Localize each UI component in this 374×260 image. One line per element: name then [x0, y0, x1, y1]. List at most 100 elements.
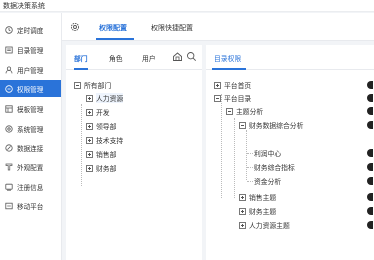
expand-toggle-icon[interactable] — [86, 94, 93, 102]
sidebar-item-directory[interactable]: 目录管理 — [0, 41, 61, 58]
tab-permission-config[interactable]: 权限配置 — [99, 23, 127, 33]
directory-tree-node[interactable]: 平台目录 — [214, 93, 251, 103]
sidebar-item-permissions[interactable]: 权限管理 — [0, 80, 61, 97]
tree-node-label: 领导部 — [96, 123, 117, 131]
collapse-toggle-icon[interactable] — [226, 107, 233, 115]
permission-toggle[interactable] — [367, 177, 373, 185]
tab-department[interactable]: 部门 — [74, 53, 88, 63]
subject-panel: 部门 角色 用户 所有部门 人力资源 开发 领导部 技术支持 销售部 财务部 — [66, 45, 202, 260]
permission-toggle[interactable] — [367, 94, 373, 102]
app-window: 数据决策系统 定时调度 目录管理 用户管理 权限管理 模板管理 系统管理 数据连… — [0, 0, 374, 260]
top-bar: 数据决策系统 — [0, 0, 374, 12]
sidebar-item-scheduling[interactable]: 定时调度 — [0, 21, 61, 38]
clock-icon — [4, 25, 13, 34]
sidebar-item-label: 移动平台 — [17, 202, 44, 211]
expand-toggle-icon[interactable] — [86, 108, 93, 116]
dept-tree-root[interactable]: 所有部门 — [74, 80, 111, 90]
search-icon[interactable] — [186, 51, 197, 62]
sidebar-item-mobile[interactable]: 移动平台 — [0, 197, 61, 214]
expand-toggle-icon[interactable] — [239, 193, 246, 201]
gear-icon[interactable] — [70, 22, 80, 32]
active-tab-underline — [96, 38, 134, 40]
tree-node-label: 财务主题 — [249, 208, 277, 216]
tab-role[interactable]: 角色 — [109, 53, 123, 63]
permission-toggle[interactable] — [367, 221, 373, 229]
main-content: 权限配置 权限快捷配置 部门 角色 用户 所有部门 人力资源 开发 领导部 技术… — [62, 13, 374, 260]
directory-tree-leaf[interactable]: 财务综合指标 — [254, 162, 295, 172]
sidebar-item-label: 外观配置 — [17, 163, 44, 172]
collapse-toggle-icon[interactable] — [74, 81, 81, 89]
tree-guide-line — [247, 181, 253, 182]
tree-node-label: 资金分析 — [254, 178, 282, 186]
expand-toggle-icon[interactable] — [239, 207, 246, 215]
permission-toggle[interactable] — [367, 163, 373, 171]
directory-tree-leaf[interactable]: 利润中心 — [254, 148, 281, 158]
directory-tree-node[interactable]: 人力资源主题 — [239, 220, 290, 230]
tree-node-label: 财务综合指标 — [254, 164, 295, 172]
directory-permission-title[interactable]: 目录权限 — [214, 53, 241, 63]
tab-user[interactable]: 用户 — [142, 53, 156, 63]
sidebar-item-appearance[interactable]: 外观配置 — [0, 158, 61, 175]
tab-quick-permission-config[interactable]: 权限快捷配置 — [151, 23, 193, 33]
sidebar-item-data-connection[interactable]: 数据连接 — [0, 139, 61, 156]
tree-guide-line — [234, 118, 235, 198]
dept-tree-node[interactable]: 技术支持 — [86, 135, 123, 145]
expand-toggle-icon[interactable] — [86, 164, 93, 172]
permission-toggle[interactable] — [367, 121, 373, 129]
directory-tree-leaf[interactable]: 资金分析 — [254, 176, 281, 186]
permission-toggle[interactable] — [367, 149, 373, 157]
tree-guide-line — [221, 94, 222, 198]
permission-toggle[interactable] — [367, 107, 373, 115]
sidebar-item-registration[interactable]: 注册信息 — [0, 178, 61, 195]
subject-tabs: 部门 角色 用户 — [66, 45, 202, 70]
sidebar-item-label: 数据连接 — [17, 144, 44, 153]
permission-toggle[interactable] — [367, 81, 373, 89]
active-subtab-underline — [74, 68, 88, 70]
tab-bar: 权限配置 权限快捷配置 — [62, 13, 374, 41]
directory-tree-node[interactable]: 销售主题 — [239, 192, 276, 202]
tree-node-label: 财务数据综合分析 — [249, 122, 304, 130]
tree-guide-line — [247, 167, 253, 168]
permission-toggle[interactable] — [367, 193, 373, 201]
directory-tree-node[interactable]: 平台首页 — [214, 80, 251, 90]
tree-node-label: 人力资源主题 — [249, 222, 290, 230]
palette-icon — [4, 162, 13, 171]
sidebar-item-users[interactable]: 用户管理 — [0, 61, 61, 78]
collapse-toggle-icon[interactable] — [214, 94, 221, 102]
settings-icon — [4, 124, 13, 133]
tree-node-label: 开发 — [96, 109, 110, 117]
folder-icon — [4, 45, 13, 54]
permission-toggle[interactable] — [367, 207, 373, 215]
dept-tree-node[interactable]: 开发 — [86, 107, 110, 117]
dept-tree-node[interactable]: 财务部 — [86, 163, 116, 173]
app-title: 数据决策系统 — [3, 2, 45, 10]
active-header-underline — [212, 68, 246, 70]
dept-tree-node[interactable]: 销售部 — [86, 149, 116, 159]
tree-node-label: 主题分析 — [236, 108, 264, 116]
tree-guide-line — [247, 153, 253, 154]
tree-node-label: 技术支持 — [96, 137, 124, 145]
expand-toggle-icon[interactable] — [86, 136, 93, 144]
tree-node-label: 人力资源 — [96, 93, 124, 103]
sidebar-item-label: 用户管理 — [17, 66, 44, 75]
expand-toggle-icon[interactable] — [239, 221, 246, 229]
collapse-toggle-icon[interactable] — [239, 121, 246, 129]
sidebar-item-label: 系统管理 — [17, 125, 44, 134]
expand-toggle-icon[interactable] — [86, 150, 93, 158]
sidebar-item-system[interactable]: 系统管理 — [0, 120, 61, 137]
registration-icon — [4, 182, 13, 191]
sidebar-item-label: 模板管理 — [17, 105, 44, 114]
expand-toggle-icon[interactable] — [214, 81, 221, 89]
tree-node-label: 销售主题 — [249, 194, 277, 202]
tree-guide-line — [81, 104, 82, 186]
directory-tree-node[interactable]: 财务主题 — [239, 206, 276, 216]
dept-tree-node[interactable]: 领导部 — [86, 121, 116, 131]
sidebar-item-templates[interactable]: 模板管理 — [0, 100, 61, 117]
expand-toggle-icon[interactable] — [86, 122, 93, 130]
link-icon — [4, 143, 13, 152]
directory-tree-node[interactable]: 主题分析 — [226, 106, 263, 116]
dept-tree-node[interactable]: 人力资源 — [86, 93, 124, 103]
directory-tree-node[interactable]: 财务数据综合分析 — [239, 120, 303, 130]
add-department-icon[interactable] — [172, 51, 183, 62]
sidebar-item-label: 权限管理 — [17, 85, 44, 94]
